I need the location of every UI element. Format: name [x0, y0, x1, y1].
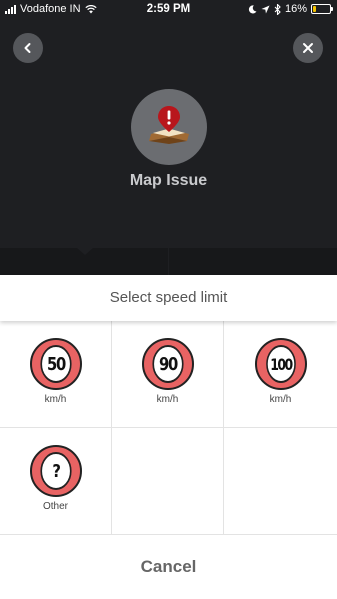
speed-value: 50	[39, 345, 72, 383]
speed-unit-label: km/h	[269, 394, 292, 405]
cancel-button[interactable]: Cancel	[0, 535, 337, 599]
speed-unit-label: Other	[42, 501, 68, 512]
segment-right	[169, 248, 337, 275]
status-bar: Vodafone IN 2:59 PM 16%	[0, 0, 337, 20]
back-button[interactable]	[13, 33, 43, 63]
close-button[interactable]	[293, 33, 323, 63]
segment-pointer	[77, 248, 93, 255]
battery-level	[313, 6, 316, 12]
speed-option-90[interactable]: 90 km/h	[112, 321, 224, 428]
location-icon	[261, 4, 270, 14]
speed-unit-label: km/h	[44, 394, 67, 405]
speed-sign-icon: 90	[141, 338, 194, 390]
map-warning-icon	[149, 106, 189, 144]
speed-sign-icon: 50	[29, 338, 82, 390]
speed-value: 90	[151, 345, 184, 383]
speed-limit-sheet: Select speed limit 50 km/h 90 km/h 100 k…	[0, 275, 337, 599]
speed-value: ?	[39, 452, 72, 490]
battery-icon	[311, 4, 333, 14]
page-title: Map Issue	[129, 172, 208, 189]
speed-value: 100	[265, 345, 296, 383]
speed-option-50[interactable]: 50 km/h	[0, 321, 112, 428]
speed-option-other[interactable]: ? Other	[0, 428, 112, 535]
speed-limit-grid: 50 km/h 90 km/h 100 km/h ? Other	[0, 321, 337, 535]
issue-icon-badge	[131, 89, 207, 165]
sheet-title: Select speed limit	[0, 275, 337, 321]
bluetooth-icon	[274, 3, 281, 15]
speed-sign-icon: 100	[254, 338, 307, 390]
speed-sign-icon: ?	[29, 445, 82, 497]
empty-cell	[224, 428, 337, 535]
close-icon	[303, 43, 313, 53]
speed-option-100[interactable]: 100 km/h	[224, 321, 337, 428]
battery-percent: 16%	[284, 3, 307, 15]
status-right: 16%	[248, 3, 333, 15]
moon-icon	[248, 4, 257, 13]
chevron-left-icon	[24, 43, 31, 53]
empty-cell	[112, 428, 224, 535]
speed-unit-label: km/h	[156, 394, 179, 405]
